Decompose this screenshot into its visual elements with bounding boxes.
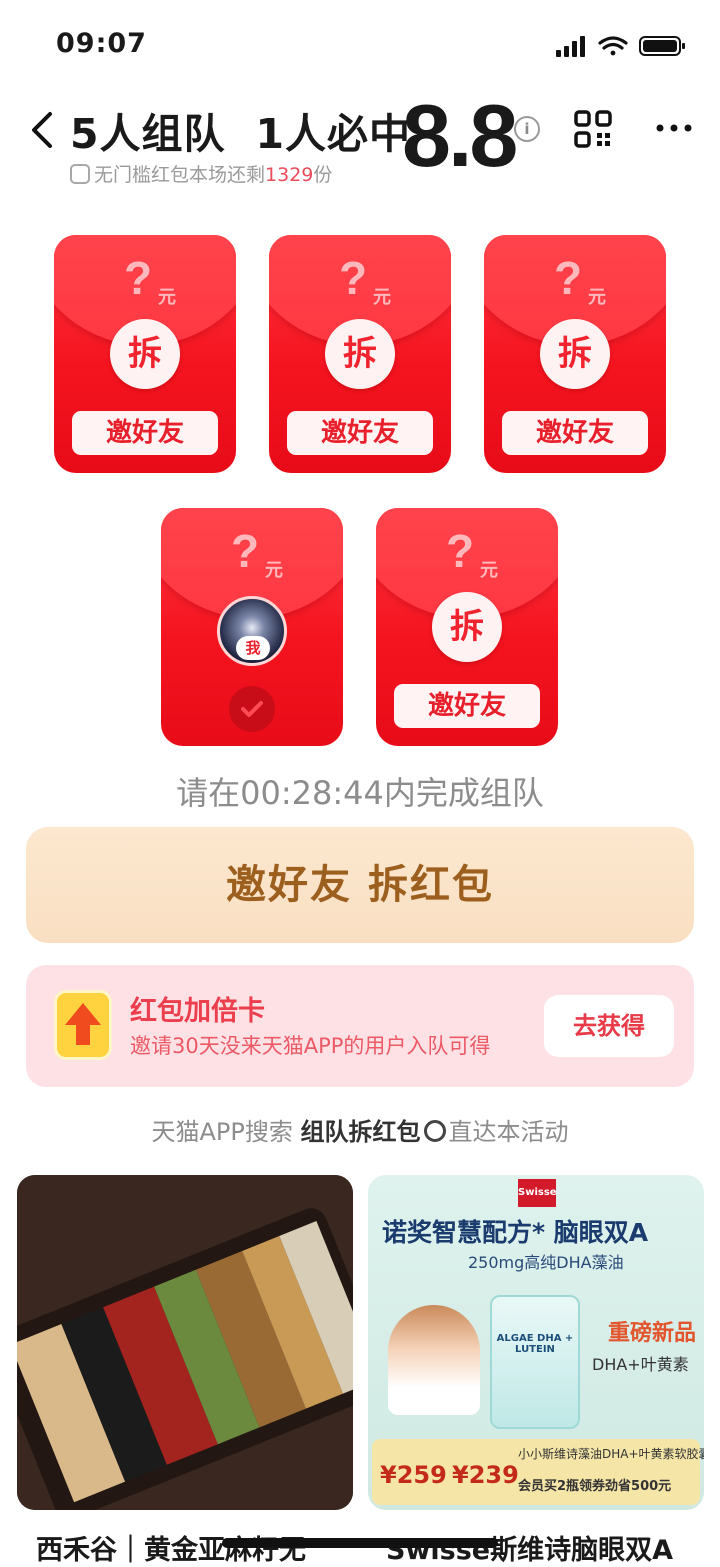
product-bottle: ALGAE DHA + LUTEIN: [490, 1295, 580, 1429]
title-team: 5人组队: [70, 110, 226, 158]
open-envelope-button[interactable]: 拆: [432, 592, 502, 662]
page-title: 5人组队 1人必中: [70, 100, 411, 160]
envelope-unit: 元: [158, 287, 176, 308]
red-envelope-2[interactable]: ? 元 拆 邀好友: [269, 235, 451, 473]
qr-code-icon[interactable]: [574, 110, 612, 148]
envelope-amount: ?: [446, 525, 475, 577]
wifi-icon: [598, 36, 628, 56]
signal-icon: [556, 36, 585, 57]
red-envelope-3[interactable]: ? 元 拆 邀好友: [484, 235, 666, 473]
invite-friend-button[interactable]: 邀好友: [394, 684, 540, 728]
up-arrow-icon: [54, 990, 112, 1060]
new-product-subtag: DHA+叶黄素: [592, 1355, 689, 1374]
bonus-card-desc: 邀请30天没来天猫APP的用户入队可得: [130, 1034, 491, 1058]
price-note: 小小斯维诗藻油DHA+叶黄素软胶囊30粒: [518, 1447, 704, 1461]
gift-icon: [70, 164, 90, 184]
remaining-count: 1329: [265, 164, 314, 186]
invite-friend-button[interactable]: 邀好友: [72, 411, 218, 455]
invite-friend-button[interactable]: 邀好友: [502, 411, 648, 455]
envelope-amount: ?: [124, 252, 153, 304]
bottle-label: ALGAE DHA + LUTEIN: [496, 1333, 574, 1355]
envelope-unit: 元: [265, 560, 283, 581]
child-photo: [388, 1305, 480, 1415]
home-indicator[interactable]: [222, 1538, 498, 1548]
open-envelope-button[interactable]: 拆: [110, 319, 180, 389]
envelope-amount: ?: [554, 252, 583, 304]
more-icon[interactable]: [656, 124, 692, 132]
price-note-2: 会员买2瓶领券劲省500元: [518, 1479, 672, 1494]
brand-logo: Swisse: [518, 1179, 557, 1207]
joined-check-icon: [229, 686, 275, 732]
envelope-amount: ?: [231, 525, 260, 577]
search-icon: [423, 1120, 446, 1142]
red-envelope-me: ? 元 我: [161, 508, 343, 746]
countdown-text: 请在00:28:44内完成组队: [176, 774, 544, 812]
red-envelope-5[interactable]: ? 元 拆 邀好友: [376, 508, 558, 746]
search-hint-prefix: 天猫APP搜索: [151, 1118, 293, 1146]
status-time: 09:07: [56, 28, 147, 59]
bonus-card-title: 红包加倍卡: [130, 996, 265, 1027]
battery-icon: [639, 36, 685, 56]
envelope-unit: 元: [373, 287, 391, 308]
open-envelope-button[interactable]: 拆: [325, 319, 395, 389]
bonus-card: 红包加倍卡 邀请30天没来天猫APP的用户入队可得 去获得: [26, 965, 694, 1087]
get-bonus-button[interactable]: 去获得: [544, 995, 674, 1057]
title-win: 1人必中: [255, 110, 412, 158]
price-single: ¥259: [380, 1461, 447, 1489]
price-double: ¥239: [452, 1461, 519, 1489]
envelope-amount: ?: [339, 252, 368, 304]
product-image-swisse[interactable]: Swisse 诺奖智慧配方* 脑眼双A 250mg高纯DHA藻油 ALGAE D…: [368, 1175, 704, 1510]
search-hint-keyword: 组队拆红包: [300, 1118, 421, 1146]
red-envelope-1[interactable]: ? 元 拆 邀好友: [54, 235, 236, 473]
envelope-unit: 元: [588, 287, 606, 308]
search-hint: 天猫APP搜索 组队拆红包 直达本活动: [0, 1112, 720, 1147]
remaining-suffix: 份: [313, 164, 333, 186]
product-subline: 250mg高纯DHA藻油: [468, 1253, 624, 1272]
info-icon[interactable]: i: [514, 116, 540, 142]
invite-open-button[interactable]: 邀好友 拆红包: [26, 827, 694, 943]
invite-friend-button[interactable]: 邀好友: [287, 411, 433, 455]
remaining-prefix: 无门槛红包本场还剩: [94, 164, 266, 186]
new-product-tag: 重磅新品: [608, 1321, 697, 1346]
status-icons: [556, 36, 685, 57]
back-icon[interactable]: [28, 110, 58, 150]
open-envelope-button[interactable]: 拆: [540, 319, 610, 389]
envelope-unit: 元: [480, 560, 498, 581]
product-image-grains[interactable]: [17, 1175, 353, 1510]
product-headline: 诺奖智慧配方* 脑眼双A: [382, 1218, 649, 1247]
me-badge: 我: [236, 636, 270, 660]
remaining-info: 无门槛红包本场还剩1329份: [70, 160, 332, 187]
search-hint-suffix: 直达本活动: [448, 1118, 569, 1146]
prize-amount: 8.8: [402, 86, 518, 185]
